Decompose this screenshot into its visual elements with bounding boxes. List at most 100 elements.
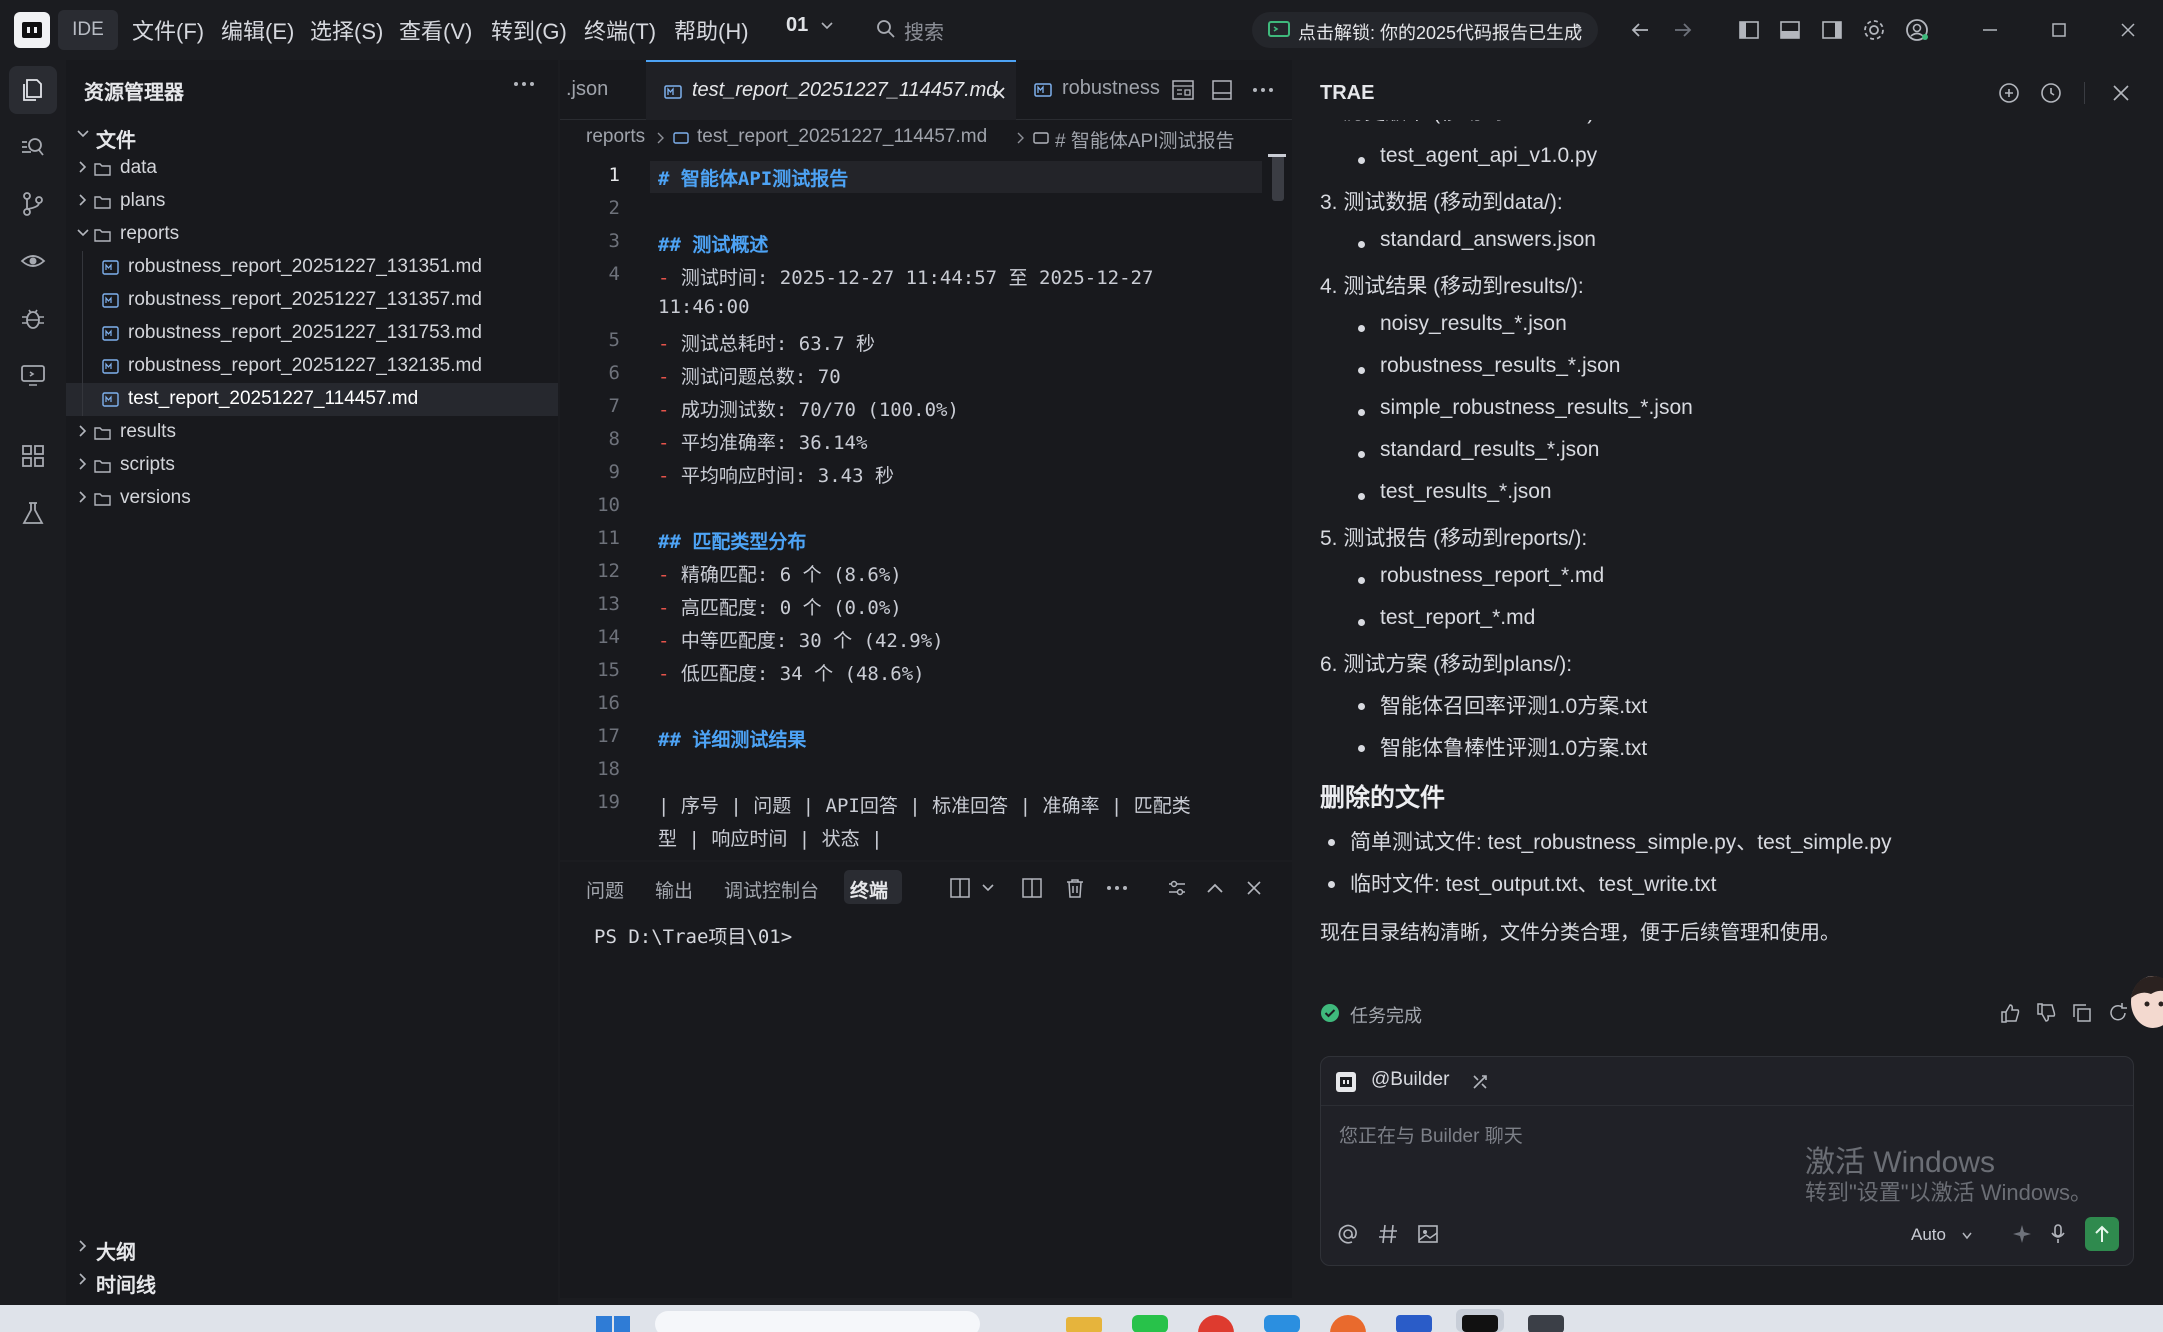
debug-bug-icon[interactable]: [20, 305, 46, 331]
taskbar-app-terminal[interactable]: [1528, 1315, 1564, 1332]
folder-icon: [94, 460, 111, 473]
close-panel-icon[interactable]: [1246, 880, 1262, 896]
search-box[interactable]: 搜索: [872, 12, 1172, 46]
breadcrumb-folder[interactable]: reports: [586, 126, 645, 148]
history-icon[interactable]: [2040, 82, 2062, 104]
taskbar-app-wechat[interactable]: [1132, 1315, 1168, 1332]
tab-test-report-active[interactable]: test_report_20251227_114457.md: [646, 60, 1016, 120]
search-code-icon[interactable]: [20, 134, 46, 160]
tree-folder[interactable]: scripts: [66, 449, 558, 482]
bullet-dot: [1358, 619, 1365, 626]
panel-settings-sliders-icon[interactable]: [1167, 878, 1187, 898]
testing-flask-icon[interactable]: [20, 500, 46, 526]
editor-scrollbar[interactable]: [1272, 155, 1284, 201]
sparkle-icon[interactable]: [2011, 1223, 2033, 1245]
image-upload-icon[interactable]: [1417, 1223, 1439, 1245]
microphone-icon[interactable]: [2047, 1223, 2069, 1245]
taskbar-app-chrome[interactable]: [1198, 1315, 1234, 1332]
menu-edit[interactable]: 编辑(E): [221, 14, 294, 46]
chevron-down-icon[interactable]: [981, 881, 995, 895]
breadcrumb-symbol[interactable]: # 智能体API测试报告: [1055, 126, 1234, 153]
taskbar-app-orange[interactable]: [1330, 1315, 1366, 1332]
menu-help[interactable]: 帮助(H): [674, 14, 749, 46]
bullet-dot: [1328, 881, 1335, 888]
source-control-icon[interactable]: [20, 191, 46, 217]
tree-file[interactable]: robustness_report_20251227_131351.md: [66, 251, 558, 284]
thumbs-up-icon[interactable]: [1999, 1002, 2021, 1024]
panel-tab-problems[interactable]: 问题: [586, 876, 624, 903]
menu-file[interactable]: 文件(F): [132, 14, 204, 46]
tab-json[interactable]: .json: [560, 60, 644, 120]
watermark-subtitle: 转到"设置"以激活 Windows。: [1805, 1180, 2092, 1205]
maximize-icon[interactable]: [2047, 18, 2071, 42]
back-arrow-icon[interactable]: [1628, 18, 1652, 42]
open-preview-icon[interactable]: [1172, 80, 1194, 100]
explorer-files-icon[interactable]: [20, 77, 46, 103]
code-text: 中等匹配度: 30 个 (42.9%): [680, 630, 944, 652]
minimize-icon[interactable]: [1978, 18, 2002, 42]
panel-tab-terminal[interactable]: 终端: [844, 870, 902, 904]
new-terminal-layout-icon[interactable]: [950, 878, 970, 898]
promo-banner[interactable]: 点击解锁: 你的2025代码报告已生成: [1252, 12, 1598, 48]
panel-more-icon[interactable]: [1106, 884, 1128, 892]
timeline-section[interactable]: 时间线: [66, 1264, 558, 1297]
toggle-panel-icon[interactable]: [1778, 18, 1802, 42]
tree-root-files[interactable]: 文件: [66, 119, 558, 152]
explorer-more-button[interactable]: [510, 72, 538, 96]
tree-file[interactable]: robustness_report_20251227_131753.md: [66, 317, 558, 350]
split-terminal-icon[interactable]: [1022, 878, 1042, 898]
tree-folder[interactable]: plans: [66, 185, 558, 218]
taskbar-app-store[interactable]: [1396, 1315, 1432, 1332]
tree-folder[interactable]: reports: [66, 218, 558, 251]
outline-section[interactable]: 大纲: [66, 1231, 558, 1264]
taskbar-search[interactable]: [655, 1311, 980, 1332]
thumbs-down-icon[interactable]: [2035, 1002, 2057, 1024]
menu-goto[interactable]: 转到(G): [491, 14, 567, 46]
bullet-dot: [1358, 451, 1365, 458]
panel-tab-output[interactable]: 输出: [655, 876, 693, 903]
project-selector[interactable]: 01: [786, 14, 833, 44]
terminal-prompt[interactable]: PS D:\Trae项目\01>: [594, 922, 792, 949]
ide-mode-badge[interactable]: IDE: [58, 10, 118, 50]
split-editor-icon[interactable]: [1212, 80, 1232, 100]
forward-arrow-icon[interactable]: [1671, 18, 1695, 42]
tree-file[interactable]: robustness_report_20251227_131357.md: [66, 284, 558, 317]
settings-gear-icon[interactable]: [1862, 18, 1886, 42]
menu-view[interactable]: 查看(V): [399, 14, 472, 46]
breadcrumb-file[interactable]: test_report_20251227_114457.md: [697, 126, 987, 148]
editor-more-icon[interactable]: [1252, 86, 1274, 94]
preview-eye-icon[interactable]: [20, 248, 46, 274]
close-window-icon[interactable]: [2116, 18, 2140, 42]
start-windows-icon[interactable]: [596, 1312, 630, 1332]
tree-folder[interactable]: results: [66, 416, 558, 449]
taskbar-app-trae-active[interactable]: [1456, 1309, 1504, 1332]
send-button[interactable]: [2085, 1217, 2119, 1251]
new-chat-icon[interactable]: [1998, 82, 2020, 104]
copy-icon[interactable]: [2071, 1002, 2093, 1024]
tree-file[interactable]: robustness_report_20251227_132135.md: [66, 350, 558, 383]
tree-folder[interactable]: versions: [66, 482, 558, 515]
chat-scroll-area[interactable]: 2. 历史版本 (移动到versions/): test_agent_api_v1…: [1298, 120, 2163, 1030]
code-text: 测试问题总数: 70: [680, 366, 841, 388]
account-icon[interactable]: [1905, 18, 1929, 42]
close-chat-icon[interactable]: [2110, 82, 2132, 104]
close-tab-icon[interactable]: [992, 86, 1006, 100]
toggle-left-sidebar-icon[interactable]: [1737, 18, 1761, 42]
hash-context-icon[interactable]: [1377, 1223, 1399, 1245]
extensions-icon[interactable]: [20, 443, 46, 469]
tree-file[interactable]: test_report_20251227_114457.md: [66, 383, 558, 416]
chat-input-field[interactable]: 您正在与 Builder 聊天: [1339, 1121, 1523, 1148]
toggle-right-sidebar-icon[interactable]: [1820, 18, 1844, 42]
menu-selection[interactable]: 选择(S): [310, 14, 383, 46]
tab-robustness[interactable]: robustness: [1018, 60, 1178, 120]
tree-folder[interactable]: data: [66, 152, 558, 185]
mention-at-icon[interactable]: [1337, 1223, 1359, 1245]
trash-icon[interactable]: [1065, 878, 1085, 898]
taskbar-app-folder[interactable]: [1066, 1317, 1102, 1332]
maximize-panel-chevron-up-icon[interactable]: [1206, 881, 1224, 895]
panel-tab-debug-console[interactable]: 调试控制台: [724, 876, 819, 903]
remote-monitor-icon[interactable]: [20, 362, 46, 388]
menu-terminal[interactable]: 终端(T): [584, 14, 656, 46]
taskbar-app-blue[interactable]: [1264, 1315, 1300, 1332]
folder-icon: [94, 229, 111, 242]
